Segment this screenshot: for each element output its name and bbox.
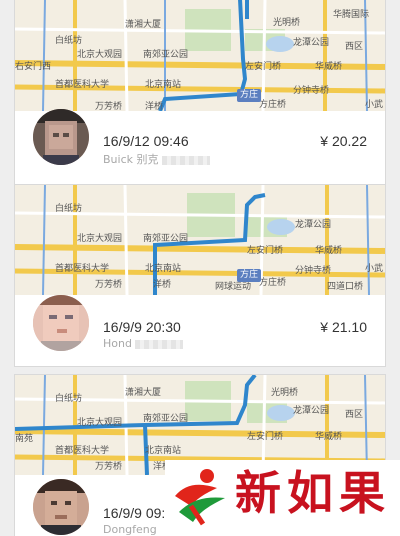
trip-card[interactable]: 白纸坊 龙潭公园 北京大观园 南郊亚公园 左安门桥 首都医科大学 北京南站 华威…: [14, 184, 386, 367]
map-label: 万芳桥: [95, 462, 123, 472]
map-graphic: [15, 185, 385, 295]
map-badge: 方庄: [237, 269, 262, 282]
map-label: 光明桥: [273, 18, 301, 28]
driver-avatar: [33, 295, 89, 351]
car-model: Hond: [103, 337, 183, 350]
map-label: 南郊亚公园: [143, 50, 189, 60]
car-model: Dongfeng: [103, 523, 157, 536]
car-model-text: Hond: [103, 337, 132, 350]
map-label: 潇湘大厦: [125, 388, 162, 398]
map-label: 首都医科大学: [55, 264, 110, 274]
map-label: 西区: [345, 410, 364, 420]
trip-price: ¥ 20.22: [320, 133, 367, 149]
map-label: 龙潭公园: [293, 38, 330, 48]
map-badge: 方庄: [237, 89, 262, 102]
car-model-text: Dongfeng: [103, 523, 157, 536]
map-label: 龙潭公园: [295, 220, 332, 230]
map-label: 洋桥: [153, 280, 172, 290]
watermark-text: 新如果: [235, 466, 391, 520]
map-label: 四道口桥: [327, 282, 364, 292]
map-label: 南苑: [15, 434, 34, 444]
map-label: 万芳桥: [95, 280, 123, 290]
trip-info: 16/9/9 20:30 Hond ¥ 21.10: [15, 295, 385, 366]
map-label: 华威桥: [315, 62, 343, 72]
driver-avatar: [33, 479, 89, 535]
runner-logo-icon: [175, 469, 225, 526]
map-label: 华威桥: [315, 246, 343, 256]
map-label: 方庄桥: [259, 278, 287, 288]
driver-avatar: [33, 109, 89, 165]
map-label: 北京南站: [145, 80, 182, 90]
trip-info: 16/9/12 09:46 Buick 别克 ¥ 20.22: [15, 109, 385, 187]
route-map: 白纸坊 龙潭公园 北京大观园 南郊亚公园 左安门桥 首都医科大学 北京南站 华威…: [15, 185, 385, 295]
map-label: 方庄桥: [259, 100, 287, 110]
map-label: 南郊亚公园: [143, 414, 189, 424]
car-model: Buick 别克: [103, 151, 210, 167]
map-label: 分钟寺桥: [295, 266, 332, 276]
car-model-text: Buick 别克: [103, 153, 159, 166]
map-label: 北京大观园: [77, 50, 123, 60]
map-label: 左安门桥: [247, 246, 284, 256]
map-label: 华威桥: [315, 432, 343, 442]
map-label: 白纸坊: [55, 394, 83, 404]
map-label: 右安门西: [15, 62, 52, 72]
map-label: 洋桥: [145, 102, 164, 112]
map-label: 北京大观园: [77, 234, 123, 244]
map-label: 北京南站: [145, 446, 182, 456]
route-map: 潇湘大厦 光明桥 华腾国际 白纸坊 龙潭公园 北京大观园 南郊亚公园 西区 右安…: [15, 0, 385, 111]
trip-date-time: 16/9/9 20:30: [103, 319, 181, 335]
blurred-plate: [161, 155, 210, 165]
map-label: 北京大观园: [77, 418, 123, 428]
map-label: 首都医科大学: [55, 80, 110, 90]
map-label: 龙潭公园: [293, 406, 330, 416]
map-label: 白纸坊: [55, 36, 83, 46]
trip-price: ¥ 21.10: [320, 319, 367, 335]
map-label: 光明桥: [271, 388, 299, 398]
map-label: 网球运动: [215, 282, 252, 292]
trip-date-time: 16/9/9 09:5: [103, 505, 174, 521]
map-label: 北京南站: [145, 264, 182, 274]
map-label: 分钟寺桥: [293, 86, 330, 96]
map-label: 西区: [345, 42, 364, 52]
map-label: 首都医科大学: [55, 446, 110, 456]
trip-card[interactable]: 潇湘大厦 光明桥 华腾国际 白纸坊 龙潭公园 北京大观园 南郊亚公园 西区 右安…: [14, 0, 386, 188]
map-label: 白纸坊: [55, 204, 83, 214]
watermark-logo: 新如果: [165, 460, 400, 536]
map-label: 左安门桥: [247, 432, 284, 442]
map-label: 小武: [365, 264, 384, 274]
map-label: 左安门桥: [245, 62, 282, 72]
map-label: 小武: [365, 100, 384, 110]
map-label: 南郊亚公园: [143, 234, 189, 244]
blurred-plate: [134, 339, 183, 349]
map-label: 万芳桥: [95, 102, 123, 112]
trip-date-time: 16/9/12 09:46: [103, 133, 189, 149]
map-label: 潇湘大厦: [125, 20, 162, 30]
map-graphic: [15, 0, 385, 111]
map-label: 华腾国际: [333, 10, 370, 20]
